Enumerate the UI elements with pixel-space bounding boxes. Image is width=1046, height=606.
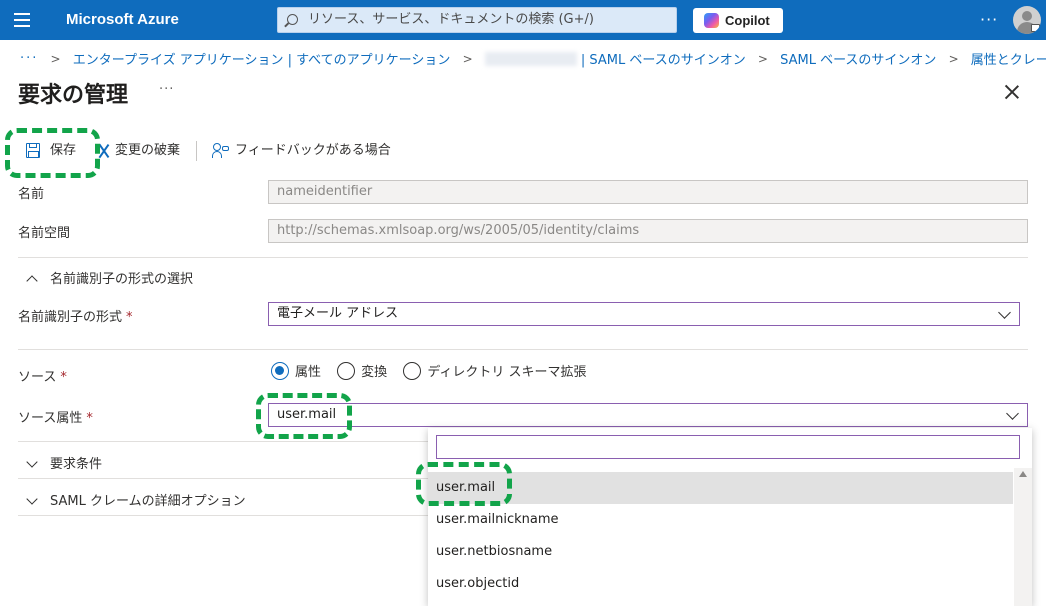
scroll-up-arrow-icon[interactable] [1019,471,1027,477]
chevron-down-icon [1006,407,1019,420]
listbox-scrollbar[interactable] [1014,468,1032,606]
name-field[interactable]: nameidentifier [268,180,1028,204]
list-item[interactable]: user.netbiosname [428,536,1013,568]
source-attribute-listbox: user.mail user.mailnickname user.netbios… [428,428,1032,606]
more-options-icon[interactable]: ··· [980,10,998,29]
section-name-format-label: 名前識別子の形式の選択 [50,272,194,287]
breadcrumb-redacted-app-name [484,51,577,66]
source-option-attribute: 属性 [295,365,322,380]
breadcrumb-item-enterprise-apps[interactable]: エンタープライズ アプリケーション | すべてのアプリケーション [73,53,451,68]
chevron-down-icon [998,306,1011,319]
breadcrumb: ··· > エンタープライズ アプリケーション | すべてのアプリケーション >… [20,49,1046,68]
global-search-input[interactable]: リソース、サービス、ドキュメントの検索 (G+/) [277,7,677,33]
search-icon [287,14,298,25]
breadcrumb-item-attributes-claims[interactable]: 属性とクレーム [971,53,1046,68]
copilot-logo-icon [704,13,719,28]
toolbar-divider [196,141,197,161]
chevron-up-icon [26,275,38,287]
breadcrumb-item-app-saml[interactable]: | SAML ベースのサインオン [581,53,746,68]
source-radio-directory-extension[interactable] [403,361,422,380]
name-format-label: 名前識別子の形式 * [18,310,133,325]
section-conditions-label: 要求条件 [50,457,103,472]
list-item[interactable]: user.objectid [428,568,1013,600]
copilot-button[interactable]: Copilot [693,8,783,33]
hamburger-menu-icon[interactable] [14,13,30,27]
chevron-down-icon [26,456,38,468]
divider [18,257,1028,258]
breadcrumb-more[interactable]: ··· [20,51,38,66]
title-more-icon[interactable]: ··· [159,82,174,97]
name-format-value: 電子メール アドレス [277,306,399,321]
feedback-icon [212,142,229,158]
chevron-right-icon: > [757,51,768,66]
breadcrumb-item-saml-signon[interactable]: SAML ベースのサインオン [780,53,936,68]
list-item[interactable]: user.mailnickname [428,504,1013,536]
search-placeholder: リソース、サービス、ドキュメントの検索 (G+/) [308,12,594,27]
list-item[interactable]: user.mail [428,472,1013,504]
chevron-down-icon [26,493,38,505]
chevron-right-icon: > [948,51,959,66]
brand-title[interactable]: Microsoft Azure [66,11,179,28]
lock-icon [1031,24,1040,32]
discard-button[interactable]: 変更の破棄 [115,140,180,162]
save-icon [26,143,40,158]
source-radio-group: 属性 変換 ディレクトリ スキーマ拡張 [271,361,599,381]
source-radio-attribute[interactable] [271,361,289,380]
name-label: 名前 [18,187,45,202]
copilot-label: Copilot [725,13,770,28]
top-bar: Microsoft Azure リソース、サービス、ドキュメントの検索 (G+/… [0,0,1046,40]
source-label: ソース * [18,370,67,385]
page-title: 要求の管理 [18,83,129,108]
section-name-format[interactable]: 名前識別子の形式の選択 [26,268,194,287]
avatar[interactable] [1013,6,1041,34]
save-button[interactable]: 保存 [50,140,76,162]
feedback-button[interactable]: フィードバックがある場合 [235,140,391,162]
source-option-transform: 変換 [361,365,388,380]
source-attribute-label: ソース属性 * [18,411,93,426]
source-attribute-dropdown[interactable]: user.mail [268,403,1028,427]
discard-icon [97,143,111,159]
namespace-field[interactable]: http://schemas.xmlsoap.org/ws/2005/05/id… [268,219,1028,243]
chevron-right-icon: > [50,51,61,66]
divider [18,349,1028,350]
source-attribute-value: user.mail [277,407,337,422]
user-head-icon [1022,11,1032,21]
namespace-label: 名前空間 [18,226,71,241]
source-option-directory-extension: ディレクトリ スキーマ拡張 [427,365,587,380]
source-radio-transform[interactable] [337,361,356,380]
chevron-right-icon: > [462,51,473,66]
section-saml-advanced-label: SAML クレームの詳細オプション [50,494,246,509]
section-conditions[interactable]: 要求条件 [26,453,103,472]
name-format-dropdown[interactable]: 電子メール アドレス [268,302,1020,326]
close-icon[interactable] [1004,84,1020,100]
section-saml-advanced[interactable]: SAML クレームの詳細オプション [26,490,246,509]
listbox-filter-input[interactable] [436,435,1020,459]
